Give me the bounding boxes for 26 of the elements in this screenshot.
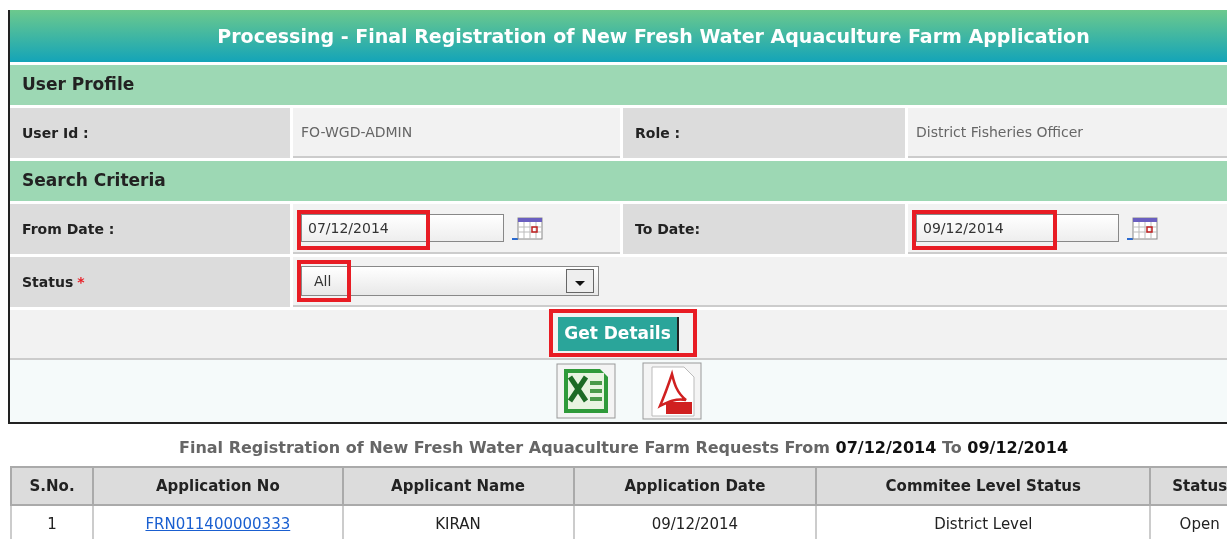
column-header: Commitee Level Status [816,467,1151,505]
calendar-icon[interactable] [1127,215,1159,241]
column-header: Applicant Name [342,467,574,505]
pdf-export-icon[interactable] [641,362,702,420]
field-label: To Date: [623,204,905,254]
date-field[interactable]: 09/12/2014 [916,214,1119,242]
section-header: User Profile [10,65,1227,105]
field-value: District Fisheries Officer [908,108,1227,158]
date-field[interactable]: 07/12/2014 [301,214,504,242]
column-header: Application No [93,467,343,505]
table-cell: 1 [11,505,94,539]
column-header: Application Date [573,467,817,505]
calendar-icon[interactable] [512,215,544,241]
table-caption: Final Registration of New Fresh Water Aquaculture Farm Requests From 07/12/2014 To 09/12/2014 [177,437,1069,459]
column-header: Status [1150,467,1227,505]
field-label: User Id : [10,108,290,158]
field-label: Role : [623,108,905,158]
excel-export-icon[interactable] [555,363,616,419]
status-dropdown[interactable]: All [301,266,599,296]
section-header: Search Criteria [10,161,1227,201]
field-label: From Date : [10,204,290,254]
field-value: FO-WGD-ADMIN [293,108,620,158]
page-title: Processing - Final Registration of New Fresh Water Aquaculture Farm Application [10,10,1227,62]
column-header: S.No. [11,467,94,505]
required-mark: * [77,272,85,292]
field-label: Status [22,272,74,292]
